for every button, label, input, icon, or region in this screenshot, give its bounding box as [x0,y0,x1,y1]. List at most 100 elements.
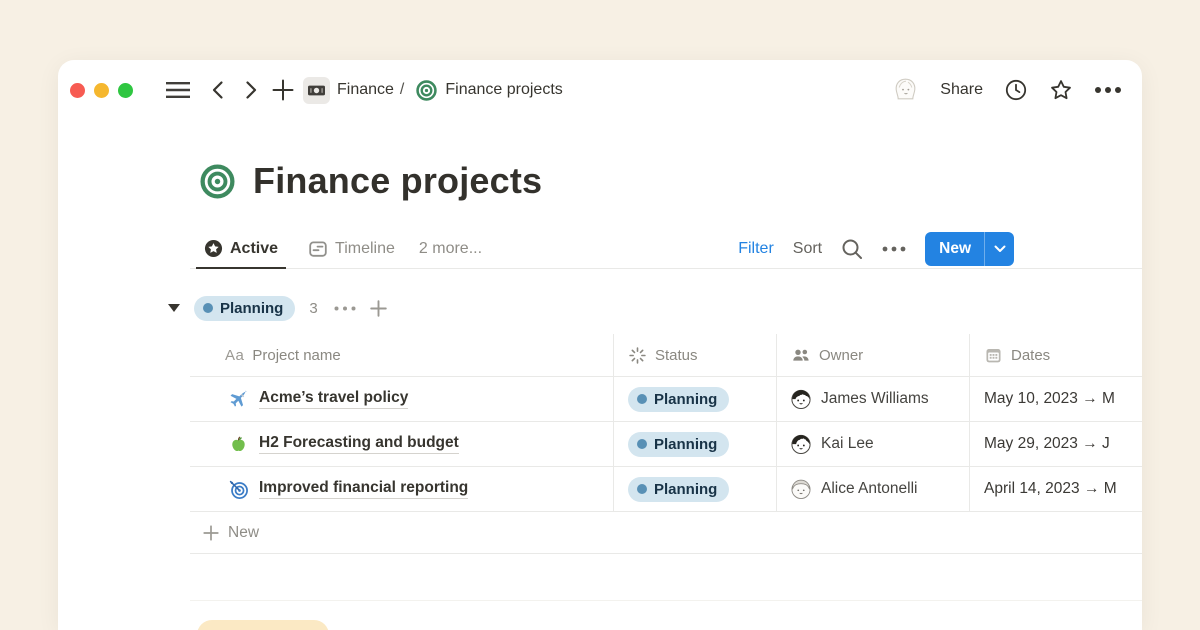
dates-value: April 14, 2023 → M [984,480,1117,498]
column-header-dates[interactable]: Dates [970,334,1142,376]
favorite-button[interactable] [1049,78,1073,102]
collapse-group-toggle[interactable] [168,304,180,312]
breadcrumb-workspace[interactable]: Finance [337,81,394,99]
target-icon [416,80,437,101]
tab-label: 2 more... [419,240,482,258]
project-name-cell[interactable]: H2 Forecasting and budget [190,422,614,466]
back-button[interactable] [210,80,225,100]
owner-cell[interactable]: Alice Antonelli [777,467,970,511]
breadcrumb-page-icon-wrap[interactable] [416,80,437,101]
filter-button[interactable]: Filter [738,240,774,258]
project-name[interactable]: Acme’s travel policy [259,389,408,409]
chevron-left-icon [210,80,225,100]
forward-button[interactable] [244,80,259,100]
airplane-icon [228,389,249,410]
close-window-button[interactable] [70,83,85,98]
status-cell[interactable]: Planning [614,467,777,511]
group-options-button[interactable] [334,306,356,311]
status-dot [637,484,647,494]
minimize-window-button[interactable] [94,83,109,98]
search-button[interactable] [841,238,863,260]
window-controls [70,83,133,98]
status-dot [203,303,213,313]
column-header-status[interactable]: Status [614,334,777,376]
status-pill: Planning [628,432,729,457]
status-label: Planning [654,391,717,408]
owner-name: Alice Antonelli [821,480,918,498]
table-header-row: Aa Project name Status [190,334,1142,377]
project-name[interactable]: H2 Forecasting and budget [259,434,459,454]
table-row: Improved financial reporting Planning Al… [190,467,1142,512]
sort-button[interactable]: Sort [793,240,822,258]
owner-cell[interactable]: Kai Lee [777,422,970,466]
ellipsis-icon [1094,86,1122,94]
column-header-owner[interactable]: Owner [777,334,970,376]
page-title: Finance projects [253,160,542,202]
group-count: 3 [309,300,317,317]
column-label: Owner [819,347,863,364]
column-label: Project name [252,347,340,364]
owner-name: Kai Lee [821,435,874,453]
plus-icon [203,525,219,541]
status-cell[interactable]: Planning [614,422,777,466]
window-topbar: Finance / Finance projects Share [58,60,1142,116]
plus-icon [272,79,294,101]
breadcrumb-page[interactable]: Finance projects [445,81,562,99]
owner-cell[interactable]: James Williams [777,377,970,421]
tab-active[interactable]: Active [196,230,286,269]
new-page-button[interactable] [272,79,294,101]
apple-icon [228,434,249,455]
star-icon [1049,78,1073,102]
tab-more-views[interactable]: 2 more... [411,230,490,269]
next-group-pill-partial[interactable] [197,620,329,630]
group-header-planning: Planning 3 [168,295,1142,321]
zoom-window-button[interactable] [118,83,133,98]
status-label: Planning [654,481,717,498]
section-divider [190,600,1142,601]
owner-name: James Williams [821,390,929,408]
status-cell[interactable]: Planning [614,377,777,421]
plus-icon [370,300,387,317]
calendar-icon [984,346,1003,365]
people-icon [791,345,811,365]
banknote-icon [303,77,330,104]
dates-cell[interactable]: May 10, 2023 → M [970,377,1142,421]
share-button[interactable]: Share [940,81,983,99]
page-header: Finance projects [200,160,1142,202]
status-pill: Planning [628,387,729,412]
updates-button[interactable] [1004,78,1028,102]
dates-cell[interactable]: April 14, 2023 → M [970,467,1142,511]
ellipsis-icon [882,246,906,252]
search-icon [841,238,863,260]
project-name-cell[interactable]: Acme’s travel policy [190,377,614,421]
status-burst-icon [628,346,647,365]
chevron-down-icon [994,245,1006,253]
projects-table: Aa Project name Status [190,334,1142,554]
project-name[interactable]: Improved financial reporting [259,479,468,499]
avatar-james-williams [790,388,812,410]
view-options-button[interactable] [882,246,906,252]
tab-label: Timeline [335,240,395,258]
dates-cell[interactable]: May 29, 2023 → J [970,422,1142,466]
project-name-cell[interactable]: Improved financial reporting [190,467,614,511]
status-label: Planning [654,436,717,453]
notion-window: Finance / Finance projects Share [58,60,1142,630]
new-dropdown-button[interactable] [985,245,1014,253]
dates-value: May 29, 2023 → J [984,435,1110,453]
new-button-group: New [925,232,1014,266]
add-row-button[interactable]: New [190,512,1142,554]
tab-label: Active [230,240,278,258]
sidebar-menu-button[interactable] [165,81,191,99]
table-row: H2 Forecasting and budget Planning Kai L… [190,422,1142,467]
tab-timeline[interactable]: Timeline [300,230,403,269]
group-status-pill[interactable]: Planning [194,296,295,321]
breadcrumb-workspace-icon-wrap[interactable] [303,77,330,104]
new-button[interactable]: New [925,240,984,258]
user-avatar[interactable] [892,77,919,104]
group-add-button[interactable] [370,300,387,317]
view-tabs-bar: Active Timeline 2 more... Filter Sort [190,230,1142,269]
topbar-actions: Share [892,77,1122,104]
target-icon[interactable] [200,164,235,199]
more-options-button[interactable] [1094,86,1122,94]
column-header-project-name[interactable]: Aa Project name [190,334,614,376]
